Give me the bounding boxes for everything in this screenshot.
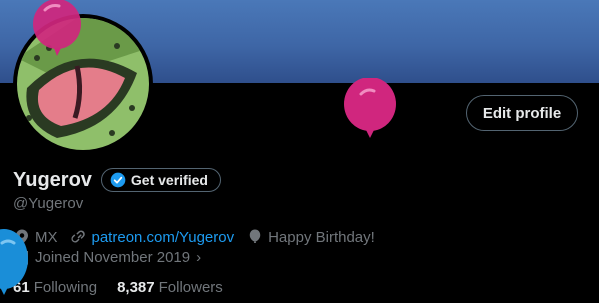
- verified-badge-icon: [110, 172, 126, 188]
- profile-meta: MX patreon.com/Yugerov Happy Birthday!: [13, 228, 387, 246]
- balloon-icon: [249, 229, 261, 243]
- birthday-text: Happy Birthday!: [268, 228, 375, 246]
- following-label: Following: [33, 279, 98, 296]
- pink-balloon-decoration: [344, 78, 396, 138]
- website-item: patreon.com/Yugerov: [70, 228, 235, 246]
- get-verified-label: Get verified: [130, 172, 208, 188]
- joined-date: Joined November 2019: [35, 248, 191, 266]
- chevron-right-icon: ›: [196, 248, 202, 266]
- avatar[interactable]: [13, 14, 153, 154]
- avatar-image: [17, 18, 149, 150]
- following-count: 61: [13, 279, 30, 296]
- display-name: Yugerov: [13, 168, 92, 191]
- followers-label: Followers: [158, 279, 223, 296]
- joined-row[interactable]: Joined November 2019 ›: [13, 248, 201, 266]
- location-item: MX: [13, 228, 58, 246]
- calendar-icon: [16, 249, 28, 265]
- location-text: MX: [35, 228, 58, 246]
- name-row: Yugerov Get verified: [13, 168, 221, 192]
- website-link[interactable]: patreon.com/Yugerov: [92, 229, 235, 246]
- location-pin-icon: [16, 229, 28, 245]
- edit-profile-button[interactable]: Edit profile: [466, 95, 578, 131]
- following-link[interactable]: 61 Following: [13, 279, 97, 296]
- profile-handle: @Yugerov: [13, 195, 84, 212]
- get-verified-button[interactable]: Get verified: [100, 168, 221, 192]
- follow-stats: 61 Following 8,387 Followers: [13, 279, 243, 296]
- followers-count: 8,387: [117, 279, 155, 296]
- followers-link[interactable]: 8,387 Followers: [117, 279, 223, 296]
- link-icon: [70, 230, 85, 243]
- birthday-item: Happy Birthday!: [246, 228, 375, 246]
